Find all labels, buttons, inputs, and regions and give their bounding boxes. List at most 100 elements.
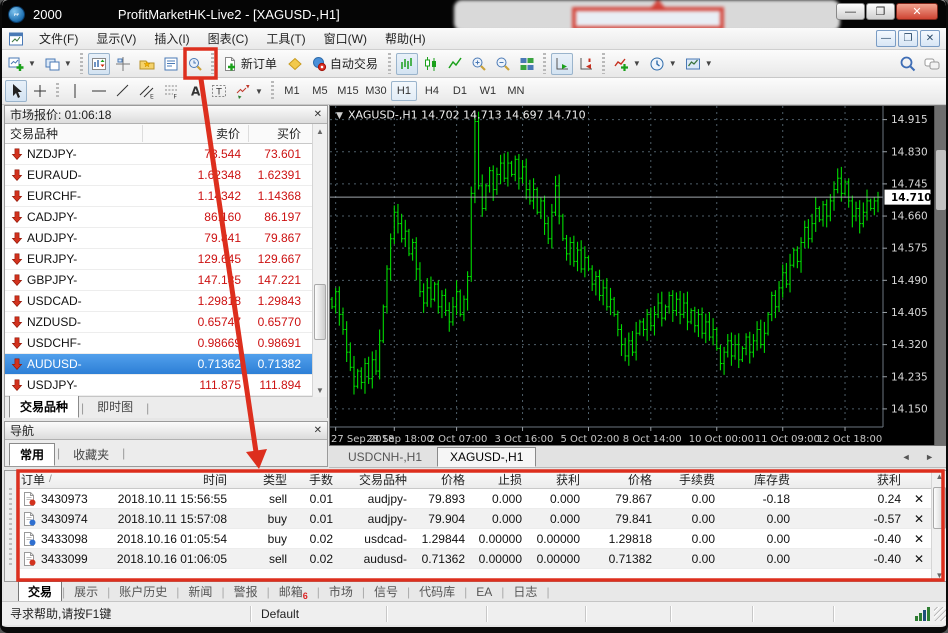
terminal-tab-4[interactable]: 警报	[225, 582, 267, 601]
mdi-close-button[interactable]: ✕	[920, 30, 940, 47]
menu-item-2[interactable]: 插入(I)	[145, 28, 198, 49]
column-header-8[interactable]: 价格	[586, 471, 658, 488]
data-window-button[interactable]	[112, 53, 134, 75]
market-watch-row[interactable]: NZDUSD- 0.65747 0.65770	[5, 312, 327, 333]
navigator-tab-0[interactable]: 常用	[9, 443, 56, 466]
resize-grip[interactable]	[934, 606, 946, 621]
templates-button[interactable]: ▼	[682, 53, 716, 75]
timeframe-h1-button[interactable]: H1	[390, 81, 417, 101]
timeframe-m1-button[interactable]: M1	[279, 81, 305, 101]
scroll-up-icon[interactable]: ▲	[313, 124, 327, 138]
menu-item-0[interactable]: 文件(F)	[30, 28, 87, 49]
autotrading-button[interactable]: 自动交易	[308, 53, 383, 75]
close-order-icon[interactable]: ✕	[907, 492, 931, 506]
market-watch-row[interactable]: CADJPY- 86.160 86.197	[5, 207, 327, 228]
market-watch-scrollbar[interactable]: ▲ ▼	[312, 124, 327, 397]
mdi-minimize-button[interactable]: —	[876, 30, 896, 47]
column-header-0[interactable]: 订单 /	[17, 471, 113, 488]
market-watch-row[interactable]: NZDJPY- 73.544 73.601	[5, 144, 327, 165]
vertical-line-tool[interactable]	[64, 80, 86, 102]
menu-item-5[interactable]: 窗口(W)	[315, 28, 376, 49]
terminal-tab-5[interactable]: 邮箱6	[270, 582, 317, 601]
column-header-2[interactable]: 类型	[233, 471, 293, 488]
terminal-button[interactable]	[160, 53, 182, 75]
market-watch-button[interactable]	[87, 52, 110, 75]
order-row[interactable]: 3430973 2018.10.11 15:56:55 sell 0.01 audjpy…	[17, 489, 931, 509]
chevron-down-icon[interactable]: ▼	[255, 87, 263, 96]
chevron-down-icon[interactable]: ▼	[705, 59, 713, 68]
terminal-tab-1[interactable]: 展示	[65, 582, 107, 601]
navigator-tab-1[interactable]: 收藏夹	[62, 443, 120, 466]
terminal-tab-9[interactable]: EA	[467, 584, 501, 600]
arrows-tool[interactable]: ▼	[232, 80, 266, 102]
navigator-close-icon[interactable]: ✕	[314, 425, 322, 436]
scroll-up-icon[interactable]: ▲	[932, 472, 946, 481]
timeframe-h4-button[interactable]: H4	[419, 81, 445, 101]
periods-button[interactable]: ▼	[646, 53, 680, 75]
price-chart[interactable]: 14.915 14.830 14.745 14.660 14.575 14.490 14.4…	[330, 106, 934, 445]
timeframe-m5-button[interactable]: M5	[307, 81, 333, 101]
terminal-tab-6[interactable]: 市场	[320, 582, 362, 601]
window-restore-button[interactable]: ❐	[866, 3, 895, 20]
zoom-out-button[interactable]	[492, 53, 514, 75]
col-symbol[interactable]: 交易品种	[5, 125, 143, 142]
line-chart-button[interactable]	[444, 53, 466, 75]
terminal-scrollbar[interactable]: ▲ ▼	[931, 471, 946, 581]
market-watch-row[interactable]: USDJPY- 111.875 111.894	[5, 375, 327, 396]
chat-button[interactable]	[921, 53, 943, 75]
menu-item-4[interactable]: 工具(T)	[257, 28, 314, 49]
column-header-6[interactable]: 止损	[471, 471, 528, 488]
order-row[interactable]: 3433099 2018.10.16 01:06:05 sell 0.02 audusd…	[17, 549, 931, 569]
market-watch-row[interactable]: USDCHF- 0.98669 0.98691	[5, 333, 327, 354]
column-header-1[interactable]: 时间	[113, 471, 233, 488]
terminal-tab-8[interactable]: 代码库	[410, 582, 464, 601]
scrollbar-thumb[interactable]	[933, 487, 946, 529]
terminal-tab-10[interactable]: 日志	[504, 582, 546, 601]
chevron-down-icon[interactable]: ▼	[64, 59, 72, 68]
menu-item-3[interactable]: 图表(C)	[199, 28, 258, 49]
chart-tab-scroll-icons[interactable]: ◄ ►	[902, 452, 940, 462]
tile-windows-button[interactable]	[516, 53, 538, 75]
close-order-icon[interactable]: ✕	[907, 552, 931, 566]
market-watch-tab-1[interactable]: 即时图	[86, 395, 144, 418]
auto-scroll-button[interactable]	[550, 52, 573, 75]
text-label-tool[interactable]: T	[208, 80, 230, 102]
chart-tab-1[interactable]: XAGUSD-,H1	[437, 447, 537, 467]
horizontal-line-tool[interactable]	[88, 80, 110, 102]
market-watch-row[interactable]: EURAUD- 1.62348 1.62391	[5, 165, 327, 186]
order-row[interactable]: 3433098 2018.10.16 01:05:54 buy 0.02 usdcad-…	[17, 529, 931, 549]
chevron-down-icon[interactable]: ▼	[633, 59, 641, 68]
new-chart-button[interactable]: ▼	[5, 53, 39, 75]
chart-shift-button[interactable]	[575, 53, 597, 75]
chevron-down-icon[interactable]: ▼	[28, 59, 36, 68]
terminal-tab-3[interactable]: 新闻	[179, 582, 221, 601]
terminal-tab-0[interactable]: 交易	[18, 581, 63, 602]
timeframe-w1-button[interactable]: W1	[475, 81, 501, 101]
column-header-11[interactable]: 获利	[796, 471, 907, 488]
menu-item-1[interactable]: 显示(V)	[87, 28, 145, 49]
profiles-button[interactable]: ▼	[41, 53, 75, 75]
timeframe-m15-button[interactable]: M15	[335, 81, 361, 101]
order-row[interactable]: 3430974 2018.10.11 15:57:08 buy 0.01 audjpy-…	[17, 509, 931, 529]
market-watch-row[interactable]: EURCHF- 1.14342 1.14368	[5, 186, 327, 207]
candlestick-button[interactable]	[420, 53, 442, 75]
market-watch-row[interactable]: USDCAD- 1.29818 1.29843	[5, 291, 327, 312]
cursor-tool[interactable]	[5, 80, 27, 102]
strategy-tester-button[interactable]	[184, 53, 206, 75]
col-bid[interactable]: 卖价	[143, 125, 249, 142]
terminal-tab-2[interactable]: 账户历史	[110, 582, 176, 601]
chart-scrollbar[interactable]	[934, 106, 946, 445]
terminal-tab-7[interactable]: 信号	[365, 582, 407, 601]
zoom-in-button[interactable]	[468, 53, 490, 75]
search-button[interactable]	[897, 53, 919, 75]
mdi-restore-button[interactable]: ❐	[898, 30, 918, 47]
timeframe-d1-button[interactable]: D1	[447, 81, 473, 101]
trendline-tool[interactable]	[112, 80, 134, 102]
market-watch-row[interactable]: GBPJPY- 147.185 147.221	[5, 270, 327, 291]
new-order-button[interactable]: 新订单	[219, 53, 282, 75]
crosshair-tool[interactable]	[29, 80, 51, 102]
market-watch-row[interactable]: AUDUSD- 0.71362 0.71382	[5, 354, 327, 375]
navigator-button[interactable]	[136, 53, 158, 75]
timeframe-mn-button[interactable]: MN	[503, 81, 529, 101]
close-order-icon[interactable]: ✕	[907, 512, 931, 526]
